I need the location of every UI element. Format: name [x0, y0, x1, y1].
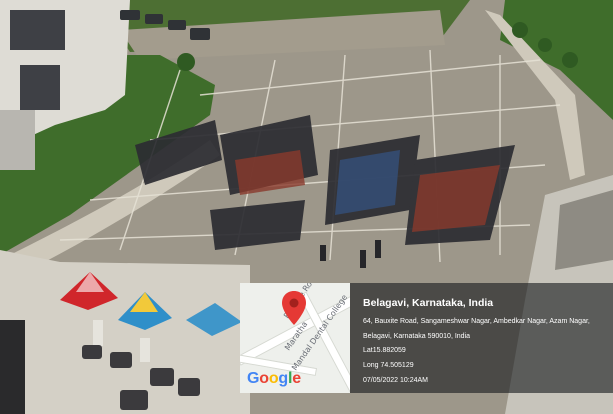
datetime-text: 07/05/2022 10:24AM [363, 377, 428, 384]
address-line: 64, Bauxite Road, Sangameshwar Nagar, Am… [363, 318, 590, 325]
address-line: Belagavi, Karnataka 590010, India [363, 333, 471, 340]
map-pin-icon [282, 291, 306, 325]
latitude-text: Lat15.882059 [363, 347, 406, 354]
geotag-overlay: Bauxite Road Maratha Mandal Dental Colle… [240, 283, 613, 393]
location-title: Belagavi, Karnataka, India [363, 297, 494, 309]
longitude-text: Long 74.505129 [363, 362, 414, 369]
geotag-info: Belagavi, Karnataka, India 64, Bauxite R… [350, 283, 613, 393]
mini-map: Bauxite Road Maratha Mandal Dental Colle… [240, 283, 350, 393]
google-logo: Google [247, 370, 301, 387]
geotagged-photo: Bauxite Road Maratha Mandal Dental Colle… [0, 0, 613, 414]
